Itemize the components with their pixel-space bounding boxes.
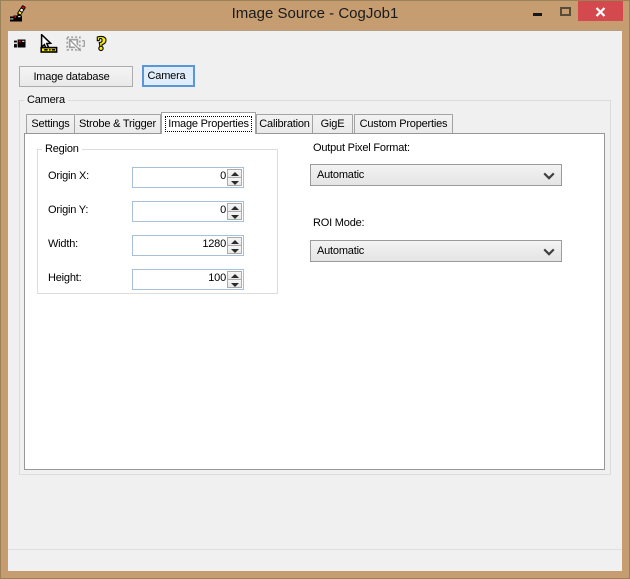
svg-text:?: ?: [97, 33, 107, 55]
